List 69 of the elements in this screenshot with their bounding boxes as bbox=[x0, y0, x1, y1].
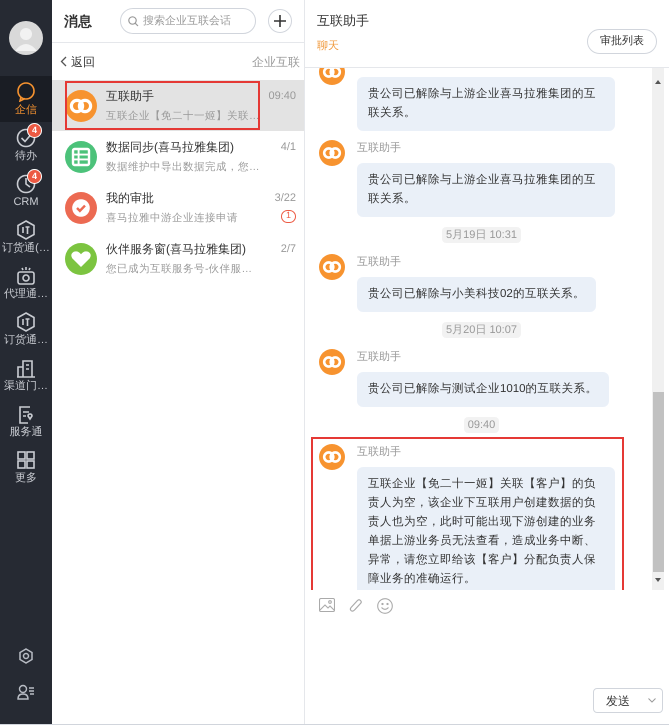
camera-icon bbox=[16, 266, 36, 286]
rings-icon bbox=[319, 254, 345, 280]
settings-icon[interactable] bbox=[18, 648, 34, 664]
hexagon-icon bbox=[16, 220, 36, 240]
sender-name: 互联助手 bbox=[357, 141, 401, 156]
message-time: 09:40 bbox=[268, 89, 296, 104]
scroll-down-icon[interactable] bbox=[655, 578, 661, 582]
check-circle-icon bbox=[16, 128, 36, 148]
sender-name: 互联助手 bbox=[357, 350, 401, 365]
chat-title: 互联助手 bbox=[317, 12, 369, 30]
nav-item[interactable]: 更多 bbox=[0, 444, 52, 490]
unread-badge: 1 bbox=[281, 210, 296, 222]
scrollbar[interactable] bbox=[652, 68, 664, 590]
message-preview: 您已成为互联服务号-伙伴服… bbox=[106, 262, 252, 277]
back-button[interactable]: 返回 bbox=[60, 52, 95, 70]
message-time: 4/1 bbox=[280, 140, 296, 155]
building-icon bbox=[16, 358, 36, 378]
timestamp: 5月19日 10:31 bbox=[442, 226, 521, 243]
message-bubble: 互联企业【免二十一姬】关联【客户】的负责人为空，该企业下互联用户创建数据的负责人也为空，此时可能出现下游创建的业务单据上游业务员无法查看，造成业务中断、异常，请您立即给该【客户】分配负责人保障业务的准确运行。 bbox=[357, 466, 615, 590]
user-list-icon[interactable] bbox=[17, 684, 35, 700]
avatar-icon[interactable] bbox=[9, 21, 43, 55]
nav-item[interactable]: 服务通 bbox=[0, 398, 52, 444]
speech-bubble-icon bbox=[16, 82, 36, 102]
add-button[interactable] bbox=[268, 9, 292, 33]
search-icon bbox=[128, 16, 139, 27]
message-bubble: 贵公司已解除与上游企业喜马拉雅集团的互联关系。 bbox=[357, 77, 615, 131]
rings-icon bbox=[319, 444, 345, 470]
nav-item[interactable]: 代理通… bbox=[0, 260, 52, 306]
panel-title: 消息 bbox=[64, 12, 93, 30]
section-label: 企业互联 bbox=[252, 54, 300, 70]
message-preview: 互联企业【免二十一姬】关联… bbox=[106, 108, 260, 124]
sender-name: 互联助手 bbox=[357, 445, 401, 460]
message-bubble: 贵公司已解除与测试企业1010的互联关系。 bbox=[357, 372, 609, 406]
conversation-name: 伙伴服务窗(喜马拉雅集团) bbox=[106, 240, 246, 258]
plus-icon bbox=[274, 15, 286, 27]
nav-item[interactable]: 订货通… bbox=[0, 306, 52, 352]
scroll-thumb[interactable] bbox=[652, 392, 664, 572]
count-badge: 4 bbox=[27, 169, 42, 184]
dropdown-icon[interactable] bbox=[648, 698, 656, 703]
send-button[interactable]: 发送 bbox=[593, 688, 663, 713]
nav-item[interactable]: 订货通(… bbox=[0, 214, 52, 260]
clock-icon bbox=[16, 174, 36, 194]
nav-item[interactable]: 渠道门… bbox=[0, 352, 52, 398]
nav-item[interactable]: CRM 4 bbox=[0, 168, 52, 214]
message-preview: 数据维护中导出数据完成，您… bbox=[106, 160, 260, 175]
hexagon-icon bbox=[16, 312, 36, 332]
clipboard-icon bbox=[16, 404, 36, 424]
nav-item[interactable]: 待办 4 bbox=[0, 122, 52, 168]
search-field[interactable]: 搜索企业互联会话 bbox=[120, 8, 256, 34]
rings-icon bbox=[319, 349, 345, 375]
scroll-up-icon[interactable] bbox=[655, 80, 661, 84]
conversation-name: 我的审批 bbox=[106, 190, 154, 207]
message-time: 3/22 bbox=[274, 191, 296, 206]
conversation-name: 互联助手 bbox=[106, 88, 154, 105]
approval-list-button[interactable]: 审批列表 bbox=[587, 29, 657, 54]
conversation-name: 数据同步(喜马拉雅集团) bbox=[106, 138, 234, 156]
grid-icon bbox=[16, 450, 36, 470]
rings-icon bbox=[319, 140, 345, 166]
message-bubble: 贵公司已解除与上游企业喜马拉雅集团的互联关系。 bbox=[357, 162, 615, 216]
timestamp: 09:40 bbox=[464, 416, 500, 433]
conversation-item[interactable]: 互联助手 互联企业【免二十一姬】关联… 09:40 bbox=[52, 80, 304, 131]
timestamp: 5月20日 10:07 bbox=[442, 322, 521, 338]
message-bubble: 贵公司已解除与小美科技02的互联关系。 bbox=[357, 276, 596, 312]
nav-item[interactable]: 企信 bbox=[0, 76, 52, 122]
message-preview: 喜马拉雅中游企业连接申请 bbox=[106, 210, 238, 226]
sender-name: 互联助手 bbox=[357, 255, 401, 270]
count-badge: 4 bbox=[27, 123, 42, 138]
chevron-left-icon bbox=[60, 56, 67, 67]
message-time: 2/7 bbox=[280, 242, 296, 257]
